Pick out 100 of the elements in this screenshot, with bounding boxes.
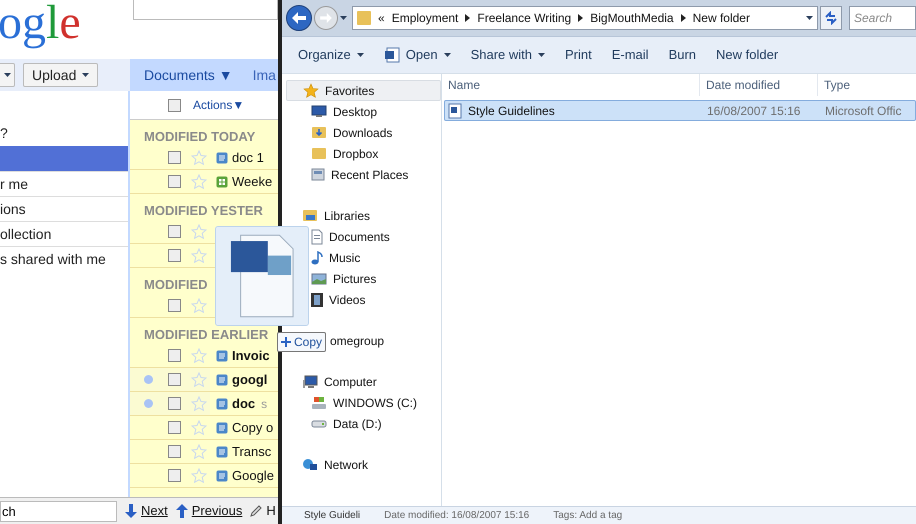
star-icon[interactable] (191, 420, 207, 436)
document-name[interactable]: doc (232, 394, 256, 414)
toolbar-button[interactable]: Burn (660, 45, 704, 65)
find-field[interactable]: ch (0, 500, 117, 522)
checkbox[interactable] (168, 175, 181, 188)
star-icon[interactable] (191, 224, 207, 240)
star-icon[interactable] (191, 150, 207, 166)
breadcrumb-item[interactable]: BigMouthMedia (590, 9, 674, 27)
document-name[interactable]: Copy o (232, 418, 274, 438)
refresh-arrows-icon (824, 11, 838, 25)
file-row[interactable]: Style Guidelines 16/08/2007 15:16 Microsoft Offic (444, 100, 916, 121)
star-icon[interactable] (191, 174, 207, 190)
back-button[interactable] (286, 5, 312, 31)
checkbox[interactable] (168, 98, 181, 112)
picture-icon (311, 272, 327, 284)
toolbar-button[interactable]: Print (556, 45, 600, 65)
nav-item[interactable]: Dropbox (311, 144, 378, 162)
column-header[interactable]: Date modified (700, 74, 818, 96)
nav-item[interactable]: ollection (0, 221, 128, 246)
nav-item[interactable]: Downloads (311, 124, 392, 142)
nav-item[interactable]: Computer (286, 371, 377, 392)
caret-icon (340, 16, 347, 20)
search-field[interactable]: Search (849, 6, 916, 30)
nav-item[interactable]: Music (311, 248, 360, 266)
tab[interactable]: Documents ▼ (144, 64, 233, 86)
next-button[interactable]: Next (125, 501, 168, 521)
checkbox[interactable] (168, 249, 181, 262)
group-heading: MODIFIED TODAY (144, 128, 256, 146)
star-icon[interactable] (191, 372, 207, 388)
nav-item[interactable]: Documents (311, 228, 390, 246)
nav-item[interactable]: Videos (311, 290, 366, 308)
forward-arrow-icon (320, 13, 332, 23)
breadcrumb-item[interactable]: « (378, 9, 385, 27)
upload-button[interactable]: Upload (23, 63, 98, 87)
breadcrumb-item[interactable]: Employment (392, 9, 458, 27)
nav-item[interactable]: ? (0, 121, 128, 146)
nav-item[interactable]: Pictures (311, 270, 376, 288)
star-icon[interactable] (191, 298, 207, 314)
checkbox[interactable] (168, 445, 181, 458)
star-icon[interactable] (191, 444, 207, 460)
toolbar-button[interactable]: E-mail (604, 45, 657, 65)
star-icon (303, 82, 319, 98)
chevron-icon (680, 14, 686, 22)
breadcrumb-item[interactable]: New folder (692, 9, 750, 27)
document-name[interactable]: Invoic (232, 346, 270, 366)
star-icon[interactable] (191, 468, 207, 484)
toolbar-button[interactable]: Open (376, 45, 459, 65)
toolbar-button[interactable]: New folder (708, 45, 786, 65)
column-header[interactable]: Name (442, 74, 700, 96)
document-name[interactable]: googl (232, 370, 268, 390)
nav-item[interactable]: r me (0, 171, 128, 196)
document-icon (216, 374, 228, 386)
nav-item[interactable]: Network (286, 454, 368, 475)
document-icon (216, 152, 228, 164)
star-icon[interactable] (191, 248, 207, 264)
address-bar[interactable]: « Employment Freelance Writing BigMouthMedia New folder (352, 6, 818, 30)
details-tags: Tags: Add a tag (553, 508, 622, 523)
copy-tooltip: Copy (277, 332, 326, 352)
checkbox[interactable] (168, 469, 181, 482)
actions-menu[interactable]: Actions▼ (193, 96, 244, 114)
refresh-button[interactable] (820, 6, 842, 30)
document-icon (216, 350, 228, 362)
music-note-icon (311, 250, 323, 264)
toolbar-button[interactable]: Share with (462, 45, 553, 65)
caret-icon (82, 73, 90, 77)
nav-item[interactable]: s shared with me (0, 246, 128, 271)
nav-item[interactable]: ions (0, 196, 128, 221)
checkbox[interactable] (168, 421, 181, 434)
checkbox[interactable] (168, 373, 181, 386)
previous-button[interactable]: Previous (176, 501, 242, 521)
highlight-button[interactable]: H (250, 501, 276, 521)
breadcrumb-item[interactable]: Freelance Writing (477, 9, 572, 27)
down-arrow-icon (125, 504, 137, 518)
nav-item[interactable]: Data (D:) (311, 414, 382, 432)
nav-item[interactable]: Recent Places (311, 166, 408, 184)
checkbox[interactable] (168, 225, 181, 238)
document-name[interactable]: Google (232, 466, 274, 486)
checkbox[interactable] (168, 349, 181, 362)
row-selector[interactable] (130, 368, 210, 391)
checkbox[interactable] (168, 299, 181, 312)
star-icon[interactable] (191, 348, 207, 364)
menu-button[interactable] (0, 63, 15, 87)
nav-item[interactable]: Favorites (286, 80, 441, 101)
drive-icon (311, 420, 327, 428)
nav-item[interactable]: WINDOWS (C:) (311, 394, 417, 412)
document-name[interactable]: Weeke (232, 172, 272, 192)
tab[interactable]: Ima (252, 64, 276, 86)
toolbar-button[interactable]: Organize (290, 45, 372, 65)
nav-item[interactable]: Libraries (286, 205, 370, 226)
star-icon[interactable] (191, 396, 207, 412)
group-heading: MODIFIED YESTER (144, 202, 263, 220)
nav-item[interactable]: Desktop (311, 102, 378, 120)
document-name[interactable]: doc 1 (232, 148, 264, 168)
details-name: Style Guideli (304, 509, 360, 523)
checkbox[interactable] (168, 397, 181, 410)
document-name[interactable]: Transc (232, 442, 272, 462)
chevron-icon (465, 14, 470, 22)
row-selector[interactable] (130, 392, 210, 415)
column-header[interactable]: Type (818, 74, 916, 96)
checkbox[interactable] (168, 151, 181, 164)
